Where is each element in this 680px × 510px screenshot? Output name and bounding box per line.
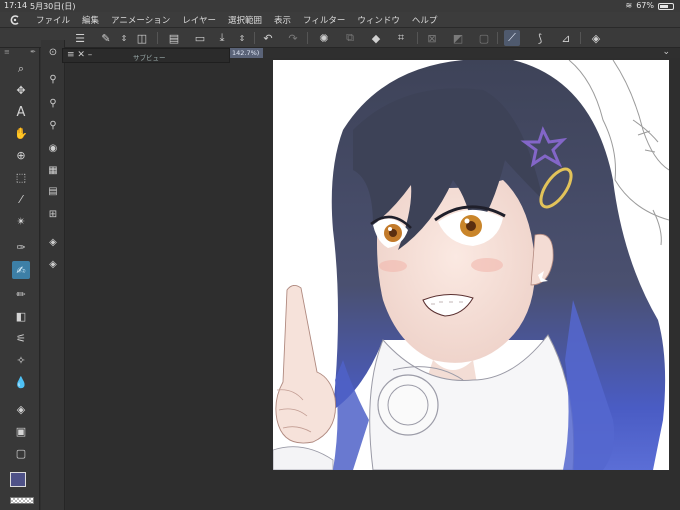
undo-icon[interactable]: ↶ xyxy=(260,30,276,46)
snap-ruler-icon[interactable]: ⟋ xyxy=(504,30,520,46)
save-icon[interactable]: ⤓ xyxy=(214,30,230,46)
fill-icon[interactable]: ◈ xyxy=(12,400,30,418)
separator xyxy=(157,32,158,44)
subview-controls[interactable]: ≡ ✕ – xyxy=(67,50,92,60)
menu-edit[interactable]: 編集 xyxy=(76,14,105,26)
status-right: ≋ 67% xyxy=(626,1,674,10)
menu-view[interactable]: 表示 xyxy=(268,14,297,26)
selection-icon[interactable]: ⬚ xyxy=(12,168,30,186)
subview-title: サブビュー xyxy=(133,54,166,62)
tool-bar: ≡ ✒ ⌕ ✥ A ✋ ⊕ ⬚ ⁄ ✴ ✑ ✍ ✏ ◧ ⚟ ✧ 💧 ◈ ▣ ▢ xyxy=(0,48,40,510)
gradient-icon[interactable]: ▣ xyxy=(12,422,30,440)
eyedropper-icon[interactable]: ⁄ xyxy=(12,190,30,208)
border-icon[interactable]: ▢ xyxy=(476,30,492,46)
brush-shape-icon[interactable]: ⚲ xyxy=(45,117,61,133)
status-date: 5月30日(日) xyxy=(30,2,76,11)
collapse-icon[interactable]: ≡ xyxy=(4,48,10,56)
separator xyxy=(417,32,418,44)
brush-size-icon[interactable]: ⚲ xyxy=(45,95,61,111)
text-icon[interactable]: A xyxy=(12,103,30,121)
transparent-color-swatch[interactable] xyxy=(10,497,34,504)
menu-bar: ファイル 編集 アニメーション レイヤー 選択範囲 表示 フィルター ウィンドウ… xyxy=(0,12,680,28)
hand-icon[interactable]: ✋ xyxy=(12,124,30,142)
stepper-icon[interactable]: ⇕ xyxy=(116,30,132,46)
navigator-icon[interactable]: ⊙ xyxy=(45,44,61,60)
drop-icon[interactable]: 💧 xyxy=(12,373,30,391)
palette-strip: ⊙ ⚲ ⚲ ⚲ ◉ ▦ ▤ ⊞ ◈ ◈ xyxy=(41,40,65,510)
settings-icon[interactable]: ◫ xyxy=(134,30,150,46)
subview-palette[interactable]: ≡ ✕ – サブビュー xyxy=(62,48,230,63)
menu-selection[interactable]: 選択範囲 xyxy=(222,14,268,26)
menu-file[interactable]: ファイル xyxy=(30,14,76,26)
battery-percent: 67% xyxy=(636,1,654,10)
move-icon[interactable]: ✥ xyxy=(12,81,30,99)
menu-animation[interactable]: アニメーション xyxy=(105,14,176,26)
frame-icon[interactable]: ▢ xyxy=(12,444,30,462)
tool-bar-header: ≡ ✒ xyxy=(0,48,40,56)
snap-special-icon[interactable]: ⟆ xyxy=(532,30,548,46)
stepper-icon[interactable]: ⇕ xyxy=(234,30,250,46)
separator xyxy=(254,32,255,44)
blend-icon[interactable]: ✧ xyxy=(12,351,30,369)
brush-icon[interactable]: ✍ xyxy=(12,261,30,279)
sparkle-icon[interactable]: ✴ xyxy=(12,212,30,230)
zoom-icon[interactable]: ⌕ xyxy=(12,60,30,78)
separator xyxy=(307,32,308,44)
eraser-icon[interactable]: ◧ xyxy=(12,307,30,325)
layer-icon[interactable]: ◈ xyxy=(45,256,61,272)
menu-help[interactable]: ヘルプ xyxy=(406,14,444,26)
command-bar: ☰ ✎ ⇕ ◫ ▤ ▭ ⤓ ⇕ ↶ ↷ ✺ ⧉ ◆ ⌗ ⊠ ◩ ▢ ⟋ ⟆ ⊿ … xyxy=(0,28,680,48)
new-document-icon[interactable]: ▤ xyxy=(166,30,182,46)
menu-window[interactable]: ウィンドウ xyxy=(351,14,406,26)
clear-icon[interactable]: ⊠ xyxy=(424,30,440,46)
decorate-icon[interactable]: ⚟ xyxy=(12,329,30,347)
new-icon[interactable]: ✎ xyxy=(98,30,114,46)
menu-icon[interactable]: ☰ xyxy=(72,30,88,46)
main-color-swatch[interactable] xyxy=(10,472,26,487)
separator xyxy=(580,32,581,44)
status-time: 17:14 xyxy=(4,1,28,10)
material-icon[interactable]: ⊞ xyxy=(45,206,61,222)
menu-layer[interactable]: レイヤー xyxy=(176,14,222,26)
redo-icon[interactable]: ↷ xyxy=(285,30,301,46)
transparent-icon[interactable]: ◩ xyxy=(450,30,466,46)
snap-grid-icon[interactable]: ⊿ xyxy=(558,30,574,46)
quick-access-icon[interactable]: ◈ xyxy=(588,30,604,46)
intermediate-color-icon[interactable]: ▤ xyxy=(45,183,61,199)
pen-tip-icon: ✒ xyxy=(30,48,36,56)
clip-studio-logo-icon[interactable] xyxy=(0,12,30,28)
auto-select-icon[interactable]: ⊕ xyxy=(12,146,30,164)
separator xyxy=(497,32,498,44)
status-bar: 17:14 5月30日(日) ≋ 67% xyxy=(0,0,680,12)
layer-property-icon[interactable]: ◈ xyxy=(45,234,61,250)
canvas[interactable] xyxy=(273,60,669,470)
fill-icon[interactable]: ⧉ xyxy=(342,30,358,46)
color-wheel-icon[interactable]: ◉ xyxy=(45,140,61,156)
pencil-icon[interactable]: ✏ xyxy=(12,285,30,303)
color-set-icon[interactable]: ▦ xyxy=(45,162,61,178)
tool-property-icon[interactable]: ⚲ xyxy=(45,71,61,87)
loading-icon[interactable]: ✺ xyxy=(316,30,332,46)
document-tab[interactable]: 142.7%) xyxy=(230,48,263,58)
open-icon[interactable]: ▭ xyxy=(192,30,208,46)
wifi-icon: ≋ xyxy=(625,1,633,10)
color-indicator[interactable] xyxy=(10,472,32,493)
illustration xyxy=(273,60,669,470)
menu-filter[interactable]: フィルター xyxy=(297,14,351,26)
chevron-down-icon[interactable]: ⌄ xyxy=(662,47,670,57)
crop-icon[interactable]: ⌗ xyxy=(393,30,409,46)
bucket-icon[interactable]: ◆ xyxy=(368,30,384,46)
battery-icon xyxy=(658,2,674,10)
pen-icon[interactable]: ✑ xyxy=(12,238,30,256)
